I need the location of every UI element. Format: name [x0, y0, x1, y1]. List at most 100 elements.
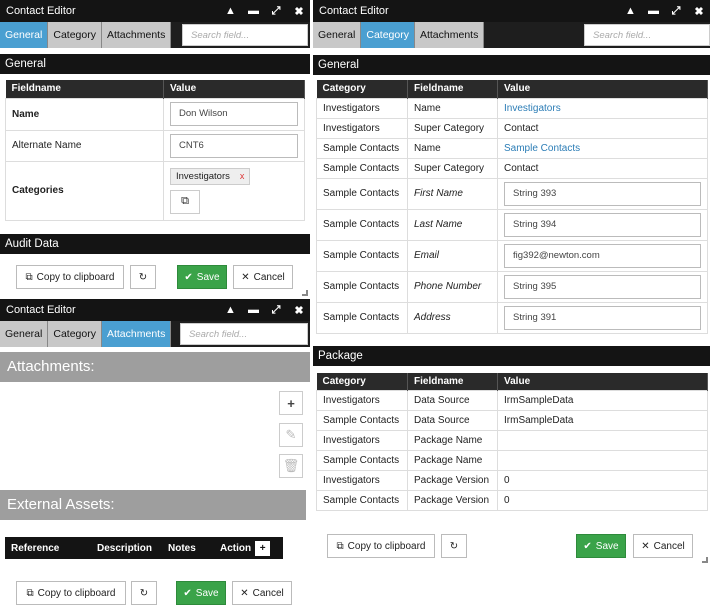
cell-fieldname: Package Version — [407, 470, 498, 491]
refresh-button[interactable]: ↻ — [130, 265, 156, 289]
search-input[interactable]: Search field... — [584, 24, 710, 46]
attachments-editor-window: Contact Editor ▲ ▬ ⤢ ✖ General Category … — [0, 299, 310, 611]
tab-general[interactable]: General — [0, 321, 49, 347]
column-header-fieldname: Fieldname — [407, 80, 498, 98]
maximize-icon[interactable]: ⤢ — [271, 5, 281, 18]
cell-fieldname: Address — [407, 301, 498, 334]
window-titlebar[interactable]: Contact Editor ▲ ▬ ⤢ ✖ — [0, 299, 310, 321]
copy-to-clipboard-button[interactable]: ⧉ Copy to clipboard — [16, 581, 126, 605]
delete-attachment-button[interactable]: 🗑 — [279, 454, 303, 478]
tab-attachments[interactable]: Attachments — [101, 22, 172, 48]
minimize-icon[interactable]: ▬ — [248, 304, 259, 316]
section-header-general: General — [313, 55, 710, 75]
add-asset-icon[interactable]: + — [255, 540, 271, 556]
resize-handle[interactable] — [702, 557, 708, 563]
last-name-input[interactable]: String 394 — [504, 212, 701, 237]
add-category-button[interactable]: ⧉ — [170, 189, 200, 214]
check-icon: ✔ — [183, 587, 192, 599]
edit-icon: ✎ — [285, 427, 297, 442]
category-editor-window: Contact Editor ▲ ▬ ⤢ ✖ General Category … — [313, 0, 710, 565]
tab-category[interactable]: Category — [48, 321, 102, 347]
category-fields-table: Category Fieldname Value Investigators N… — [316, 80, 708, 334]
refresh-icon: ↻ — [449, 540, 459, 552]
column-header-description: Description — [97, 542, 153, 554]
general-editor-window: Contact Editor ▲ ▬ ⤢ ✖ General Category … — [0, 0, 310, 298]
cell-fieldname: First Name — [407, 177, 498, 210]
section-header-audit[interactable]: Audit Data — [0, 233, 310, 254]
cancel-button[interactable]: ✕ Cancel — [233, 265, 293, 289]
cell-value — [497, 430, 708, 451]
investigators-link[interactable]: Investigators — [497, 97, 708, 119]
table-row: Investigators Package Version 0 — [316, 470, 708, 491]
resize-handle[interactable] — [302, 290, 308, 296]
edit-attachment-button[interactable]: ✎ — [279, 423, 303, 447]
clipboard-icon: ⧉ — [25, 271, 33, 283]
cell-fieldname: Super Category — [407, 117, 498, 139]
table-row: Sample Contacts Data Source IrmSampleDat… — [316, 410, 708, 431]
cell-category: Sample Contacts — [316, 490, 408, 511]
tab-general[interactable]: General — [313, 22, 362, 48]
package-table: Category Fieldname Value Investigators D… — [316, 372, 708, 511]
maximize-icon[interactable]: ⤢ — [271, 304, 281, 317]
refresh-icon: ↻ — [138, 271, 148, 283]
sample-contacts-link[interactable]: Sample Contacts — [497, 137, 708, 159]
close-icon[interactable]: ✖ — [294, 304, 304, 317]
column-header-action: Action — [220, 542, 252, 554]
save-button[interactable]: ✔ Save — [176, 581, 226, 605]
table-row: Investigators Package Name — [316, 430, 708, 451]
tab-attachments[interactable]: Attachments — [414, 22, 485, 48]
address-input[interactable]: String 391 — [504, 305, 701, 330]
tab-category[interactable]: Category — [48, 22, 102, 48]
cell-fieldname: Phone Number — [407, 270, 498, 303]
trash-icon: 🗑 — [282, 458, 300, 473]
refresh-button[interactable]: ↻ — [131, 581, 157, 605]
tab-category[interactable]: Category — [361, 22, 415, 48]
tab-attachments[interactable]: Attachments — [101, 321, 172, 347]
section-header-general: General — [0, 54, 310, 74]
first-name-input[interactable]: String 393 — [504, 181, 701, 206]
check-icon: ✔ — [184, 271, 193, 283]
collapse-icon[interactable]: ▲ — [225, 304, 236, 316]
collapse-icon[interactable]: ▲ — [225, 5, 236, 17]
cell-category: Sample Contacts — [316, 239, 408, 272]
cell-category: Sample Contacts — [316, 301, 408, 334]
table-row: Sample Contacts Super Category Contact — [316, 157, 708, 179]
search-input[interactable]: Search field... — [180, 323, 308, 345]
save-button[interactable]: ✔ Save — [177, 265, 227, 289]
minimize-icon[interactable]: ▬ — [248, 5, 259, 17]
save-button[interactable]: ✔ Save — [576, 534, 626, 558]
close-icon[interactable]: ✖ — [294, 5, 304, 18]
table-row: Sample Contacts Name Sample Contacts — [316, 137, 708, 159]
cancel-button[interactable]: ✕ Cancel — [633, 534, 693, 558]
tab-bar: General Category Attachments Search fiel… — [0, 321, 310, 347]
table-row: Sample Contacts First Name String 393 — [316, 177, 708, 210]
phone-number-input[interactable]: String 395 — [504, 274, 701, 299]
window-titlebar[interactable]: Contact Editor ▲ ▬ ⤢ ✖ — [313, 0, 710, 22]
column-header-category: Category — [316, 372, 408, 391]
section-header-package: Package — [313, 345, 710, 366]
search-input[interactable]: Search field... — [182, 24, 308, 46]
refresh-button[interactable]: ↻ — [441, 534, 467, 558]
collapse-icon[interactable]: ▲ — [625, 5, 636, 17]
window-titlebar[interactable]: Contact Editor ▲ ▬ ⤢ ✖ — [0, 0, 310, 22]
minimize-icon[interactable]: ▬ — [648, 5, 659, 17]
close-icon[interactable]: ✖ — [694, 5, 704, 18]
tab-general[interactable]: General — [0, 22, 49, 48]
cell-category: Investigators — [316, 97, 408, 119]
add-attachment-button[interactable]: + — [279, 391, 303, 415]
copy-to-clipboard-button[interactable]: ⧉ Copy to clipboard — [16, 265, 124, 289]
table-row: Sample Contacts Package Name — [316, 450, 708, 471]
copy-to-clipboard-button[interactable]: ⧉ Copy to clipboard — [327, 534, 435, 558]
maximize-icon[interactable]: ⤢ — [671, 5, 681, 18]
table-row: Sample Contacts Email fig392@newton.com — [316, 239, 708, 272]
cancel-icon: ✕ — [641, 540, 650, 552]
save-label: Save — [595, 540, 619, 552]
alternate-name-input[interactable]: CNT6 — [170, 133, 298, 158]
cell-fieldname: Last Name — [407, 208, 498, 241]
cell-fieldname: Email — [407, 239, 498, 272]
name-input[interactable]: Don Wilson — [170, 102, 298, 126]
cell-value: IrmSampleData — [497, 390, 708, 411]
cancel-button[interactable]: ✕ Cancel — [232, 581, 292, 605]
email-input[interactable]: fig392@newton.com — [504, 243, 701, 268]
remove-tag-icon[interactable]: x — [240, 171, 245, 181]
